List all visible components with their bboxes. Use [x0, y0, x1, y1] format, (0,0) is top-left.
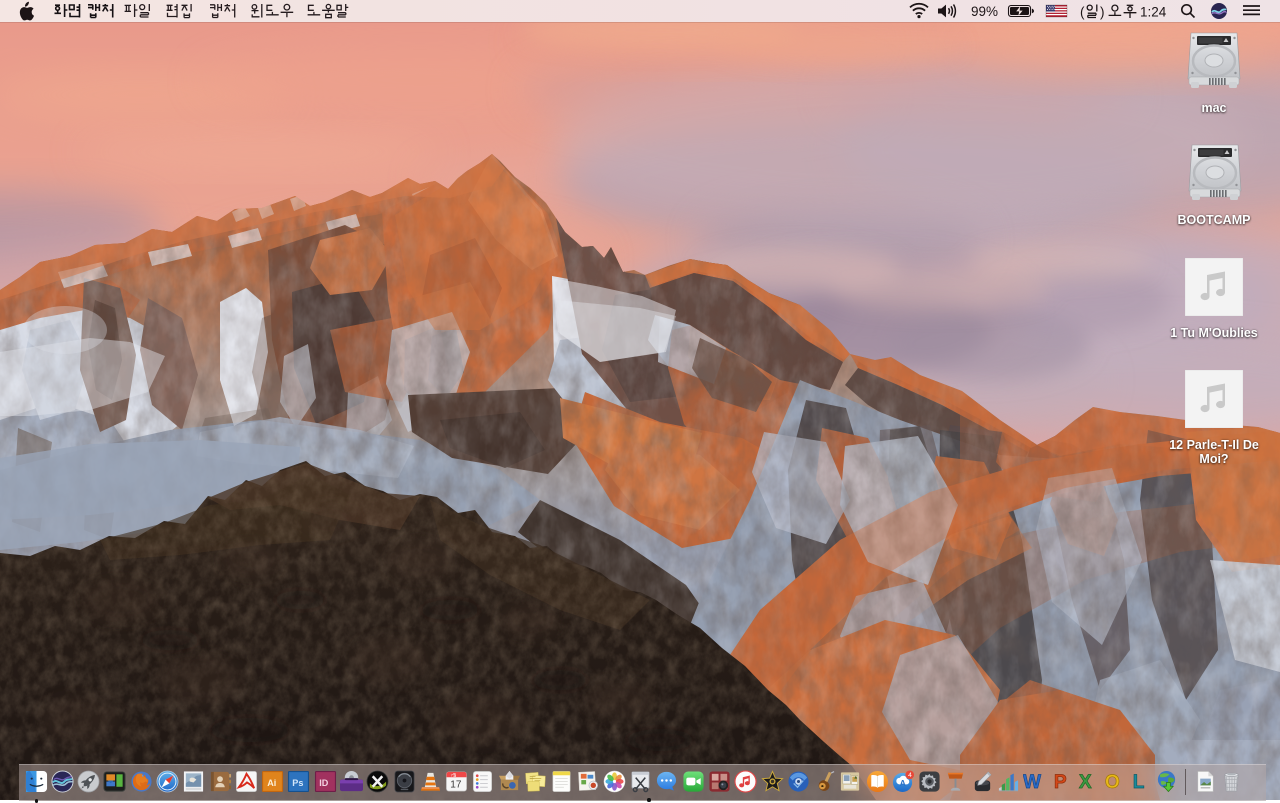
svg-text:L: L — [1133, 772, 1145, 793]
svg-text:X: X — [1079, 772, 1092, 793]
svg-text:99%: 99% — [971, 4, 998, 19]
svg-text:W: W — [1023, 772, 1042, 793]
svg-text:Ps: Ps — [293, 778, 304, 788]
svg-text:(: ( — [1080, 5, 1085, 20]
svg-text:ID: ID — [319, 778, 329, 788]
svg-text:4: 4 — [908, 772, 912, 779]
svg-text:): ) — [1100, 5, 1105, 20]
svg-text:17: 17 — [450, 780, 462, 791]
svg-text:7월: 7월 — [451, 772, 457, 777]
svg-text:O: O — [1105, 772, 1120, 793]
svg-text:A: A — [900, 778, 906, 788]
svg-text:1:24: 1:24 — [1140, 5, 1167, 20]
svg-text:Ai: Ai — [267, 778, 276, 788]
svg-text:P: P — [1053, 772, 1066, 793]
